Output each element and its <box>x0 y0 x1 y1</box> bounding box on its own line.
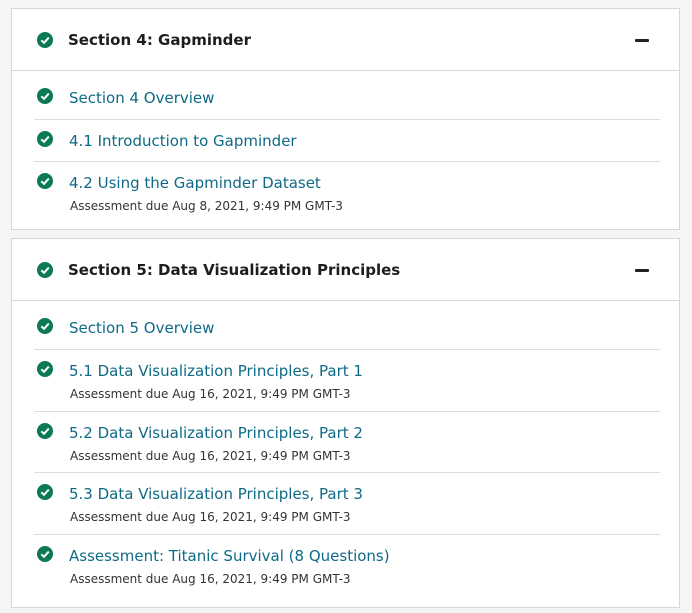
list-item: Assessment: Titanic Survival (8 Question… <box>34 535 660 597</box>
course-section-4: Section 4: Gapminder Section 4 Overview … <box>11 8 680 230</box>
section-header[interactable]: Section 5: Data Visualization Principles <box>12 239 679 301</box>
check-circle-icon <box>37 173 53 189</box>
check-circle-icon <box>37 262 53 278</box>
section-header[interactable]: Section 4: Gapminder <box>12 9 679 71</box>
assessment-due-date: Assessment due Aug 16, 2021, 9:49 PM GMT… <box>70 510 351 524</box>
list-item: Section 4 Overview <box>34 71 660 120</box>
check-circle-icon <box>37 131 53 147</box>
unit-link[interactable]: Section 4 Overview <box>69 89 214 107</box>
check-circle-icon <box>37 423 53 439</box>
minus-icon <box>635 269 649 272</box>
section-title: Section 4: Gapminder <box>68 31 251 49</box>
list-item: Section 5 Overview <box>34 301 660 350</box>
check-circle-icon <box>37 32 53 48</box>
unit-link[interactable]: Assessment: Titanic Survival (8 Question… <box>69 547 390 565</box>
check-circle-icon <box>37 546 53 562</box>
assessment-due-date: Assessment due Aug 16, 2021, 9:49 PM GMT… <box>70 449 351 463</box>
collapse-section-button[interactable] <box>633 263 651 277</box>
check-circle-icon <box>37 318 53 334</box>
section-items: Section 4 Overview 4.1 Introduction to G… <box>34 71 660 230</box>
check-circle-icon <box>37 88 53 104</box>
list-item: 5.1 Data Visualization Principles, Part … <box>34 350 660 412</box>
unit-link[interactable]: 4.1 Introduction to Gapminder <box>69 132 297 150</box>
assessment-due-date: Assessment due Aug 16, 2021, 9:49 PM GMT… <box>70 572 351 586</box>
assessment-due-date: Assessment due Aug 8, 2021, 9:49 PM GMT-… <box>70 199 343 213</box>
assessment-due-date: Assessment due Aug 16, 2021, 9:49 PM GMT… <box>70 387 351 401</box>
unit-link[interactable]: 5.3 Data Visualization Principles, Part … <box>69 485 363 503</box>
list-item: 4.2 Using the Gapminder Dataset Assessme… <box>34 162 660 230</box>
minus-icon <box>635 39 649 42</box>
section-title: Section 5: Data Visualization Principles <box>68 261 401 279</box>
unit-link[interactable]: 5.2 Data Visualization Principles, Part … <box>69 424 363 442</box>
course-section-5: Section 5: Data Visualization Principles… <box>11 238 680 608</box>
section-items: Section 5 Overview 5.1 Data Visualizatio… <box>34 301 660 597</box>
unit-link[interactable]: 5.1 Data Visualization Principles, Part … <box>69 362 363 380</box>
list-item: 5.2 Data Visualization Principles, Part … <box>34 412 660 473</box>
unit-link[interactable]: Section 5 Overview <box>69 319 214 337</box>
list-item: 4.1 Introduction to Gapminder <box>34 120 660 162</box>
check-circle-icon <box>37 361 53 377</box>
unit-link[interactable]: 4.2 Using the Gapminder Dataset <box>69 174 321 192</box>
collapse-section-button[interactable] <box>633 33 651 47</box>
check-circle-icon <box>37 484 53 500</box>
list-item: 5.3 Data Visualization Principles, Part … <box>34 473 660 535</box>
